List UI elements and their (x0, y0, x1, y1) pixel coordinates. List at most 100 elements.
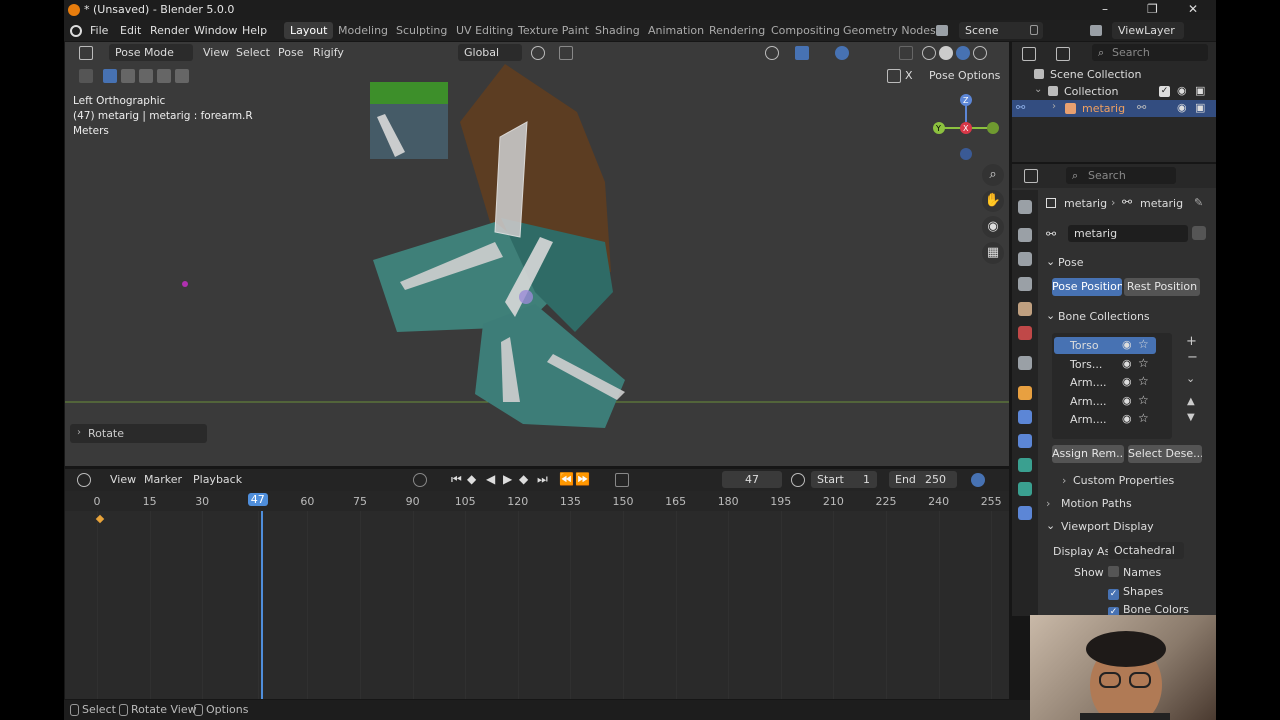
jump-to-keyframe-back-icon[interactable]: ◆ (467, 472, 476, 486)
playhead[interactable] (261, 511, 263, 699)
jump-to-end-icon[interactable]: ⏭ (537, 472, 548, 487)
star-icon[interactable]: ☆ (1138, 356, 1149, 370)
add-icon[interactable]: + (1186, 334, 1197, 349)
view-layer-selector[interactable]: ViewLayer (1112, 22, 1184, 39)
camera-view-icon[interactable]: ◉ (982, 216, 1004, 238)
select-button[interactable]: Select (1128, 447, 1162, 460)
chevron-down-icon[interactable]: ⌄ (1186, 372, 1195, 385)
bone-collection-row[interactable]: Tors... ◉ ☆ (1054, 356, 1156, 373)
eye-icon[interactable]: ◉ (1122, 338, 1132, 351)
outliner-search-input[interactable]: Search (1092, 44, 1208, 61)
armature-name-field[interactable]: metarig (1068, 225, 1188, 242)
world-tab-icon[interactable] (1018, 326, 1032, 340)
physics-tab-icon[interactable] (1018, 410, 1032, 424)
menu-help[interactable]: Help (242, 24, 267, 37)
timeline-overlay-icon[interactable] (971, 473, 985, 487)
rest-position-button[interactable]: Rest Position (1124, 278, 1200, 296)
keying-set-icon[interactable] (615, 473, 629, 487)
eye-icon[interactable]: ◉ (1122, 394, 1132, 407)
prev-keyframe-icon[interactable]: ⏪ (559, 472, 574, 486)
last-operator-panel[interactable]: › Rotate (70, 424, 207, 443)
eye-icon[interactable]: ◉ (1177, 101, 1187, 114)
eye-icon[interactable]: ◉ (1122, 375, 1132, 388)
remove-button[interactable]: Rem... (1092, 447, 1125, 460)
bone-collection-row[interactable]: Torso ◉ ☆ (1054, 337, 1156, 354)
custom-properties-header[interactable]: Custom Properties (1073, 474, 1174, 487)
outliner-filter-display-icon[interactable] (1056, 47, 1070, 61)
3d-viewport[interactable]: Pose Mode View Select Pose Rigify Global… (65, 42, 1009, 466)
ortho-grid-icon[interactable]: ▦ (982, 242, 1004, 264)
menu-file[interactable]: File (90, 24, 108, 37)
tab-animation[interactable]: Animation (642, 22, 710, 39)
close-button[interactable]: ✕ (1188, 2, 1198, 16)
properties-search-input[interactable]: Search (1066, 167, 1176, 184)
remove-icon[interactable]: − (1187, 350, 1198, 365)
bone-collection-row[interactable]: Arm.... ◉ ☆ (1054, 374, 1156, 391)
menu-edit[interactable]: Edit (120, 24, 141, 37)
bone-collection-row[interactable]: Arm.... ◉ ☆ (1054, 393, 1156, 410)
scene-tab-icon[interactable] (1018, 302, 1032, 316)
bone-collection-row[interactable]: Arm.... ◉ ☆ (1054, 411, 1156, 428)
deselect-button[interactable]: Dese... (1165, 447, 1202, 460)
timeline-menu-marker[interactable]: Marker (144, 473, 182, 486)
timeline-keyframe-area[interactable] (65, 511, 1009, 699)
play-icon[interactable]: ▶ (503, 472, 512, 486)
fake-user-shield-icon[interactable] (1192, 226, 1206, 240)
pin-icon[interactable]: ✎ (1194, 196, 1203, 209)
move-down-icon[interactable]: ▼ (1187, 412, 1195, 423)
timeline-menu-playback[interactable]: Playback (193, 473, 242, 486)
tab-sculpting[interactable]: Sculpting (390, 22, 453, 39)
current-frame-field[interactable]: 47 (722, 471, 782, 488)
timeline-ruler[interactable]: 0 15 30 47 60 75 90 105 120 135 150 165 180 195 210 225… (65, 491, 1009, 511)
tab-rendering[interactable]: Rendering (703, 22, 771, 39)
eye-icon[interactable]: ◉ (1177, 84, 1187, 97)
pin-icon[interactable] (1030, 25, 1038, 35)
camera-icon[interactable]: ▣ (1195, 84, 1205, 97)
tab-modeling[interactable]: Modeling (332, 22, 394, 39)
outliner-scene-collection[interactable]: Scene Collection (1012, 66, 1216, 83)
collection-tab-icon[interactable] (1018, 356, 1032, 370)
jump-to-keyframe-forward-icon[interactable]: ◆ (519, 472, 528, 486)
display-as-dropdown[interactable]: Octahedral (1108, 542, 1184, 559)
menu-window[interactable]: Window (194, 24, 237, 37)
pose-position-button[interactable]: Pose Position (1052, 278, 1122, 296)
next-keyframe-icon[interactable]: ⏩ (575, 472, 590, 486)
auto-keying-icon[interactable] (413, 473, 427, 487)
constraints-tab-icon[interactable] (1018, 434, 1032, 448)
blender-menu-icon[interactable] (70, 25, 82, 37)
object-tab-icon[interactable] (1018, 386, 1032, 400)
bone-constraint-tab-icon[interactable] (1018, 506, 1032, 520)
eye-icon[interactable]: ◉ (1122, 357, 1132, 370)
tool-tab-icon[interactable] (1018, 200, 1032, 214)
timeline-editor-icon[interactable] (77, 473, 91, 487)
pose-section-header[interactable]: Pose (1058, 256, 1083, 269)
star-icon[interactable]: ☆ (1138, 393, 1149, 407)
tab-compositing[interactable]: Compositing (765, 22, 846, 39)
motion-paths-header[interactable]: Motion Paths (1061, 497, 1132, 510)
assign-button[interactable]: Assign (1052, 447, 1088, 460)
bone-tab-icon[interactable] (1018, 482, 1032, 496)
camera-icon[interactable]: ▣ (1195, 101, 1205, 114)
pan-hand-icon[interactable]: ✋ (982, 190, 1004, 212)
frame-start-field[interactable]: Start 1 (811, 471, 877, 488)
tab-uv-editing[interactable]: UV Editing (450, 22, 519, 39)
tab-shading[interactable]: Shading (589, 22, 646, 39)
render-tab-icon[interactable] (1018, 228, 1032, 242)
navigation-gizmo[interactable]: Z Y X (929, 92, 1003, 160)
armature-data-tab-icon[interactable] (1018, 458, 1032, 472)
stopwatch-icon[interactable] (791, 473, 805, 487)
names-checkbox[interactable]: Names (1108, 566, 1161, 579)
outliner-metarig[interactable]: ⚯ › metarig ⚯ ◉ ▣ (1012, 100, 1216, 117)
collection-checkbox[interactable]: ✓ (1159, 86, 1170, 97)
minimize-button[interactable]: – (1102, 2, 1108, 16)
menu-render[interactable]: Render (150, 24, 189, 37)
tab-geometry-nodes[interactable]: Geometry Nodes (837, 22, 942, 39)
properties-editor-icon[interactable] (1024, 169, 1038, 183)
outliner-editor-icon[interactable] (1022, 47, 1036, 61)
tab-layout[interactable]: Layout (284, 22, 334, 39)
shapes-checkbox[interactable]: ✓ Shapes (1108, 585, 1163, 600)
tab-texture-paint[interactable]: Texture Paint (512, 22, 595, 39)
outliner-collection[interactable]: ⌄ Collection ✓ ◉ ▣ (1012, 83, 1216, 100)
star-icon[interactable]: ☆ (1138, 337, 1149, 351)
star-icon[interactable]: ☆ (1138, 374, 1149, 388)
